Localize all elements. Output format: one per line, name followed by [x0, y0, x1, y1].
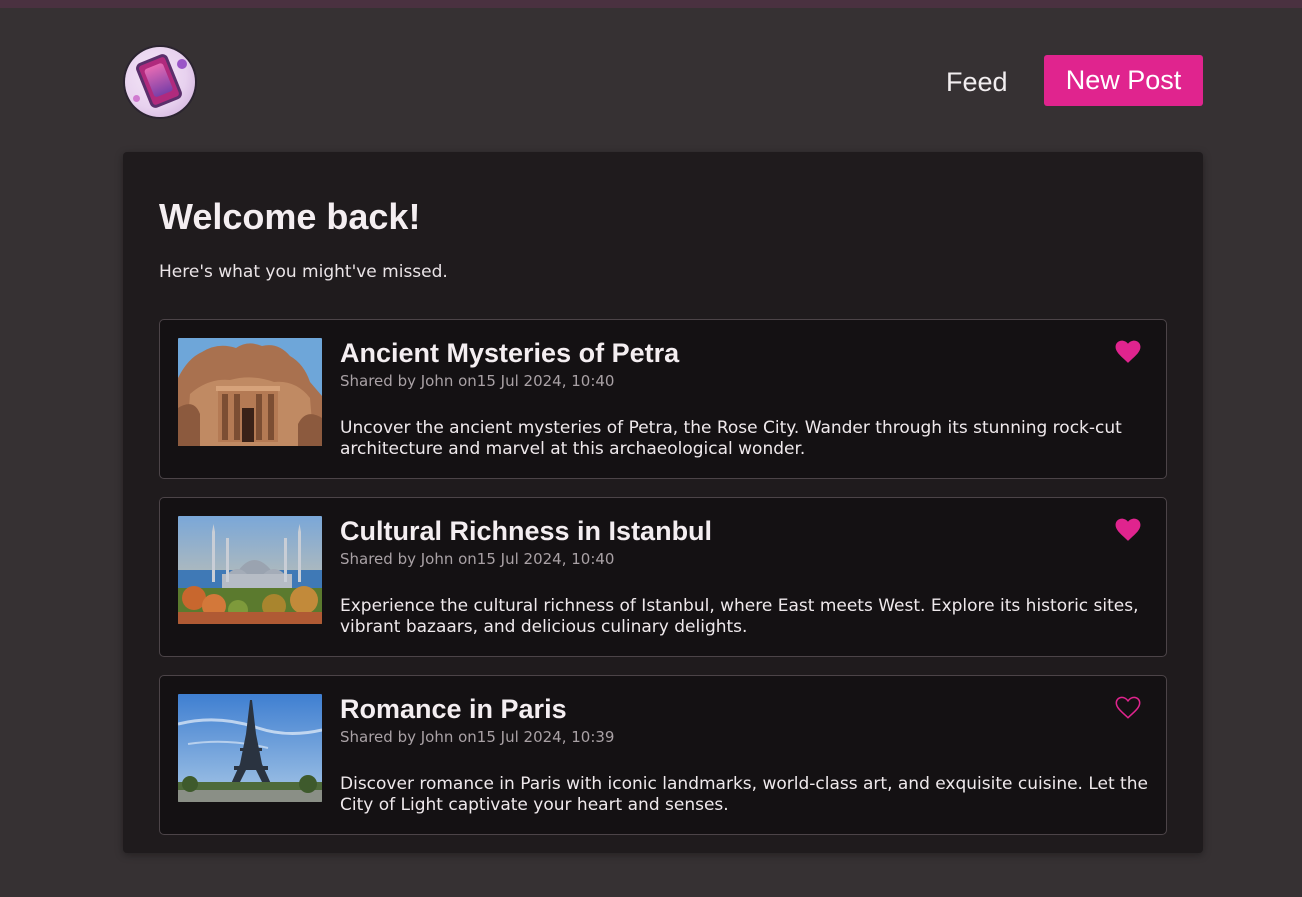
- paris-image: [178, 694, 322, 802]
- post-title[interactable]: Cultural Richness in Istanbul: [340, 516, 712, 547]
- main-card: Welcome back! Here's what you might've m…: [123, 152, 1203, 853]
- post-image-istanbul[interactable]: [178, 516, 322, 624]
- istanbul-image: [178, 516, 322, 624]
- petra-image: [178, 338, 322, 446]
- like-button[interactable]: [1113, 517, 1143, 545]
- heart-filled-icon: [1115, 518, 1141, 541]
- post-image-paris[interactable]: [178, 694, 322, 802]
- post-title[interactable]: Romance in Paris: [340, 694, 567, 725]
- like-button[interactable]: [1113, 339, 1143, 367]
- post-meta: Shared by John on15 Jul 2024, 10:39: [340, 728, 615, 746]
- app-logo[interactable]: [125, 47, 195, 117]
- heart-filled-icon: [1115, 340, 1141, 363]
- post-meta: Shared by John on15 Jul 2024, 10:40: [340, 372, 615, 390]
- post-image-petra[interactable]: [178, 338, 322, 446]
- post-title[interactable]: Ancient Mysteries of Petra: [340, 338, 679, 369]
- logo-dot: [177, 59, 187, 69]
- post-body: Discover romance in Paris with iconic la…: [340, 774, 1148, 815]
- page-subtitle: Here's what you might've missed.: [159, 262, 448, 282]
- post-card[interactable]: Cultural Richness in Istanbul Shared by …: [159, 497, 1167, 657]
- like-button[interactable]: [1113, 695, 1143, 723]
- nav-feed-link[interactable]: Feed: [946, 64, 1008, 100]
- post-card[interactable]: Ancient Mysteries of Petra Shared by Joh…: [159, 319, 1167, 479]
- post-body: Experience the cultural richness of Ista…: [340, 596, 1139, 637]
- logo-dot: [133, 95, 140, 102]
- header: Feed New Post: [0, 8, 1302, 148]
- post-body: Uncover the ancient mysteries of Petra, …: [340, 418, 1122, 459]
- top-strip: [0, 0, 1302, 8]
- page-title: Welcome back!: [159, 196, 421, 237]
- heart-outline-icon: [1115, 696, 1141, 719]
- post-card[interactable]: Romance in Paris Shared by John on15 Jul…: [159, 675, 1167, 835]
- new-post-button[interactable]: New Post: [1044, 55, 1203, 106]
- post-meta: Shared by John on15 Jul 2024, 10:40: [340, 550, 615, 568]
- phone-icon: [134, 52, 184, 110]
